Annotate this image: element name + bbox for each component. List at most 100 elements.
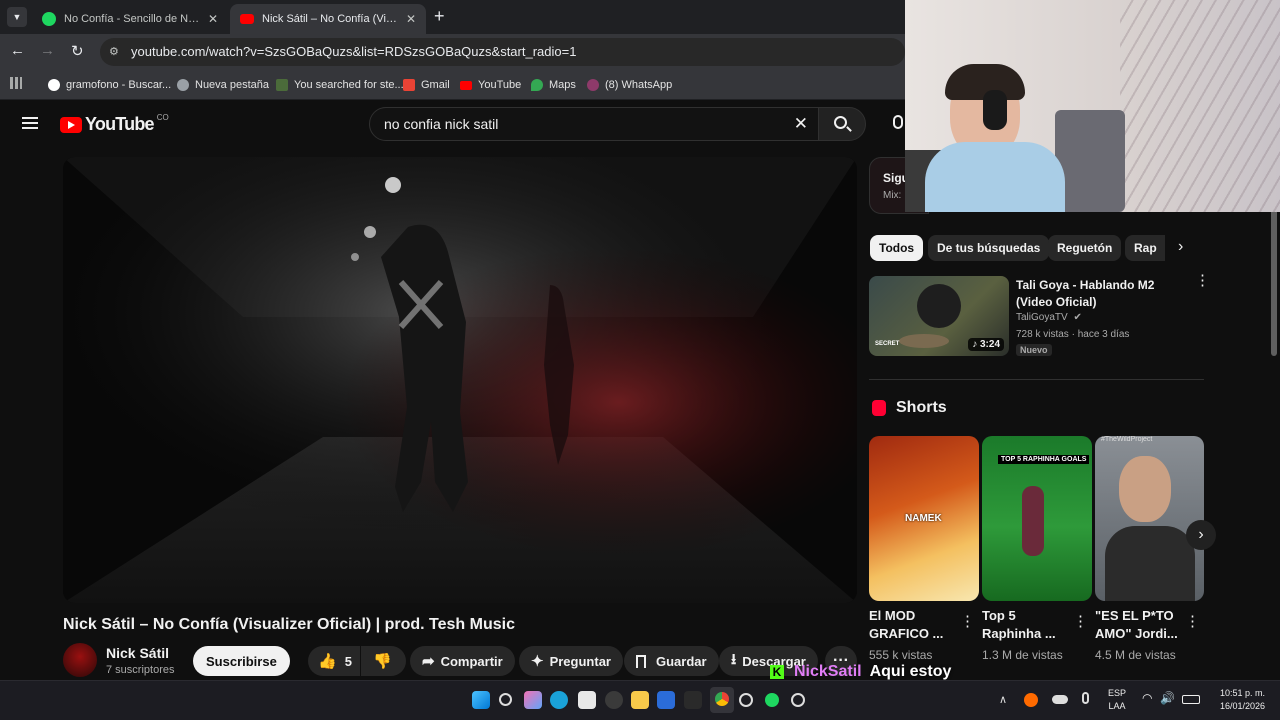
youtube-logo[interactable]: YouTube CO: [60, 113, 169, 135]
short-thumbnail-2[interactable]: TOP 5 RAPHINHA GOALS: [982, 436, 1092, 601]
site-info-icon[interactable]: ⚙: [109, 38, 119, 66]
chip-de-tus-busquedas[interactable]: De tus búsquedas: [928, 235, 1050, 261]
store-icon[interactable]: [578, 691, 596, 709]
short-thumbnail-1[interactable]: NAMEK: [869, 436, 979, 601]
more-options-icon[interactable]: ⋮: [1185, 612, 1200, 630]
tab-spotify[interactable]: No Confía - Sencillo de Nick Sátil ✕: [32, 4, 228, 34]
video-frame: [63, 157, 857, 603]
chip-todos[interactable]: Todos: [870, 235, 924, 261]
app-icon[interactable]: [684, 691, 702, 709]
short-title-2[interactable]: Top 5 Raphinha ...: [982, 607, 1068, 643]
chrome-icon[interactable]: [710, 687, 734, 713]
clear-search-icon[interactable]: ✕: [794, 108, 808, 140]
obs-icon[interactable]: [739, 693, 753, 707]
more-options-icon[interactable]: ⋮: [960, 612, 975, 630]
divider: [869, 379, 1204, 380]
bookmark-youtube[interactable]: YouTube: [460, 76, 521, 94]
bookmark-gmail[interactable]: Gmail: [403, 76, 450, 94]
short-views-1: 555 k vistas: [869, 648, 933, 662]
spotify-icon[interactable]: [765, 693, 779, 707]
google-icon: [48, 79, 60, 91]
copilot-icon[interactable]: [524, 691, 542, 709]
app-icon[interactable]: [657, 691, 675, 709]
wifi-icon[interactable]: ◠: [1142, 691, 1152, 705]
search-input[interactable]: no confia nick satil ✕: [369, 107, 819, 141]
recommended-title[interactable]: Tali Goya - Hablando M2 (Video Oficial): [1016, 277, 1186, 311]
kick-icon: K: [770, 665, 784, 679]
close-tab-icon[interactable]: ✕: [406, 12, 416, 26]
recommended-thumbnail[interactable]: SECRET ♪ 3:24: [869, 276, 1009, 356]
short-overlay-text: #TheWildProject: [1101, 436, 1153, 443]
recommended-meta: 728 k vistas · hace 3 días: [1016, 329, 1130, 340]
tray-app-icon[interactable]: [1024, 693, 1038, 707]
chat-message: Aqui estoy: [869, 663, 952, 680]
menu-icon[interactable]: [22, 117, 38, 129]
whatsapp-icon: [587, 79, 599, 91]
address-bar[interactable]: ⚙ youtube.com/watch?v=SzsGOBaQuzs&list=R…: [100, 38, 905, 66]
edge-icon[interactable]: [550, 691, 568, 709]
new-badge: Nuevo: [1016, 344, 1052, 356]
volume-icon[interactable]: 🔊: [1160, 691, 1175, 705]
bookmark-google[interactable]: gramofono - Buscar...: [48, 76, 171, 94]
subscriber-count: 7 suscriptores: [106, 664, 175, 676]
channel-name[interactable]: Nick Sátil: [106, 645, 169, 661]
chip-regueton[interactable]: Reguetón: [1048, 235, 1122, 261]
clock[interactable]: 10:51 p. m. 16/01/2026: [1205, 687, 1265, 713]
onedrive-icon[interactable]: [1052, 695, 1068, 704]
bookmark-nueva-pestana[interactable]: Nueva pestaña: [177, 76, 269, 94]
tab-search-button[interactable]: ▼: [7, 7, 27, 27]
short-title-1[interactable]: El MOD GRAFICO ...: [869, 607, 955, 643]
media-icon[interactable]: [791, 693, 805, 707]
music-note-icon: ♪: [972, 339, 978, 350]
short-overlay-text: TOP 5 RAPHINHA GOALS: [998, 455, 1090, 464]
file-explorer-icon[interactable]: [631, 691, 649, 709]
battery-icon[interactable]: [1182, 695, 1200, 704]
reload-icon[interactable]: ↻: [71, 42, 84, 60]
more-options-icon[interactable]: ⋮: [1195, 273, 1210, 288]
tray-chevron-icon[interactable]: ∧: [999, 693, 1007, 706]
search-button[interactable]: [818, 107, 866, 141]
microphone-icon[interactable]: [893, 115, 903, 129]
like-button[interactable]: 👍 5: [308, 646, 360, 676]
search-icon[interactable]: [499, 693, 512, 706]
tab-youtube[interactable]: Nick Sátil – No Confía (Visualizer Ofici…: [230, 4, 426, 34]
spotify-icon: [42, 12, 56, 26]
share-label: Compartir: [440, 653, 503, 669]
subscribe-button[interactable]: Suscribirse: [193, 646, 290, 676]
ask-button[interactable]: ✦ Preguntar: [519, 646, 623, 676]
start-icon[interactable]: [472, 691, 490, 709]
short-thumbnail-3[interactable]: #TheWildProject: [1095, 436, 1204, 601]
bookmark-maps[interactable]: Maps: [531, 76, 576, 94]
widget-icon[interactable]: [605, 691, 623, 709]
recommended-video[interactable]: SECRET ♪ 3:24 Tali Goya - Hablando M2 (V…: [869, 273, 1210, 358]
close-tab-icon[interactable]: ✕: [208, 12, 218, 26]
clock-time: 10:51 p. m.: [1219, 688, 1265, 698]
language-indicator[interactable]: ESP LAA: [1108, 687, 1126, 713]
chevron-right-icon[interactable]: ›: [1178, 238, 1183, 256]
keyboard-layout: LAA: [1108, 701, 1126, 711]
short-overlay-text: NAMEK: [905, 513, 942, 524]
save-button[interactable]: Guardar: [624, 646, 719, 676]
bookmark-searched[interactable]: You searched for ste...: [276, 76, 404, 94]
forward-icon[interactable]: →: [40, 42, 55, 59]
scrollbar-thumb[interactable]: [1271, 209, 1277, 356]
sparkle-icon: ✦: [531, 653, 544, 670]
new-tab-button[interactable]: +: [434, 6, 445, 27]
apps-icon[interactable]: [10, 77, 22, 89]
ask-label: Preguntar: [549, 653, 611, 669]
country-code: CO: [156, 113, 169, 122]
chip-rap[interactable]: Rap: [1125, 235, 1165, 261]
dislike-button[interactable]: 👎: [361, 646, 406, 676]
short-title-3[interactable]: "ES EL P*TO AMO" Jordi...: [1095, 607, 1181, 643]
more-options-icon[interactable]: ⋮: [1073, 612, 1088, 630]
channel-avatar[interactable]: [63, 643, 97, 677]
shorts-next-button[interactable]: ›: [1186, 520, 1216, 550]
video-player[interactable]: [63, 157, 857, 603]
headphones: [983, 90, 1007, 130]
microphone-icon[interactable]: [1082, 692, 1089, 704]
back-icon[interactable]: ←: [10, 42, 25, 59]
recommended-channel[interactable]: TaliGoyaTV ✔: [1016, 312, 1082, 323]
bookmark-whatsapp[interactable]: (8) WhatsApp: [587, 76, 672, 94]
share-button[interactable]: ➦ Compartir: [410, 646, 515, 676]
tab-label: No Confía - Sencillo de Nick Sátil: [64, 13, 200, 25]
